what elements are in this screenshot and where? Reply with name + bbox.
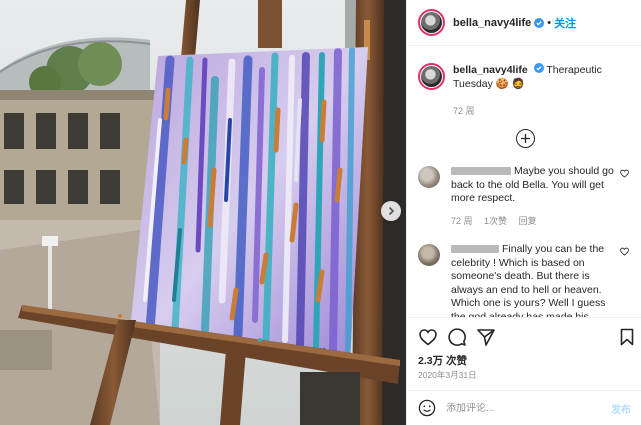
- chevron-right-icon: [388, 206, 395, 216]
- cookie-emoji: 🍪: [495, 78, 509, 90]
- comment-username-redacted[interactable]: [451, 245, 499, 254]
- heart-icon[interactable]: [418, 327, 438, 347]
- post-photo: Bella: [0, 0, 406, 425]
- post-actions: 2.3万 次赞 2020年3月31日: [407, 317, 641, 390]
- reply-button[interactable]: 回复: [519, 216, 537, 226]
- comment-item: Maybe you should go back to the old Bell…: [418, 165, 633, 228]
- painting-on-easel-image: Bella: [0, 0, 406, 425]
- comments-list[interactable]: bella_navy4life Therapeutic Tuesday 🍪 🧔 …: [407, 47, 641, 317]
- verified-badge-icon: [534, 17, 545, 28]
- post-sidebar: bella_navy4life • 关注 bella_navy4life The…: [406, 0, 641, 425]
- comment-username-redacted[interactable]: [451, 167, 511, 176]
- plus-icon: [521, 134, 530, 143]
- paper-plane-icon[interactable]: [476, 327, 496, 347]
- post-comment-button[interactable]: 发布: [611, 401, 631, 416]
- comment-avatar-blurred[interactable]: [418, 166, 440, 188]
- add-comment-bar: 发布: [407, 390, 641, 425]
- load-more-comments-button[interactable]: [516, 129, 535, 148]
- speech-bubble-icon[interactable]: [447, 327, 467, 347]
- caption-username[interactable]: bella_navy4life: [453, 64, 528, 76]
- comment-input[interactable]: [446, 402, 596, 414]
- bookmark-icon[interactable]: [617, 327, 637, 347]
- verified-badge-icon: [533, 63, 544, 73]
- comment-like-count[interactable]: 1次赞: [484, 216, 507, 226]
- post-header: bella_navy4life • 关注: [407, 0, 641, 46]
- comment-avatar-blurred[interactable]: [418, 244, 440, 266]
- heart-icon[interactable]: [620, 169, 629, 178]
- carousel-next-button[interactable]: [381, 201, 401, 221]
- like-count[interactable]: 2.3万 次赞: [418, 353, 467, 368]
- comment-timestamp[interactable]: 72 周: [451, 216, 473, 226]
- separator-dot: •: [547, 16, 552, 29]
- caption-timestamp[interactable]: 72 周: [453, 104, 628, 118]
- person-emoji: 🧔: [511, 78, 525, 90]
- smiley-icon[interactable]: [418, 399, 436, 417]
- comment-item: Finally you can be the celebrity ! Which…: [418, 243, 633, 317]
- caption-avatar[interactable]: [418, 63, 445, 90]
- post-date[interactable]: 2020年3月31日: [418, 369, 477, 381]
- follow-button[interactable]: 关注: [554, 15, 576, 31]
- heart-icon[interactable]: [620, 247, 629, 256]
- post-caption: bella_navy4life Therapeutic Tuesday 🍪 🧔 …: [418, 63, 633, 118]
- avatar[interactable]: [418, 9, 445, 36]
- comment-text: Finally you can be the celebrity ! Which…: [451, 243, 606, 317]
- header-username[interactable]: bella_navy4life: [453, 17, 531, 29]
